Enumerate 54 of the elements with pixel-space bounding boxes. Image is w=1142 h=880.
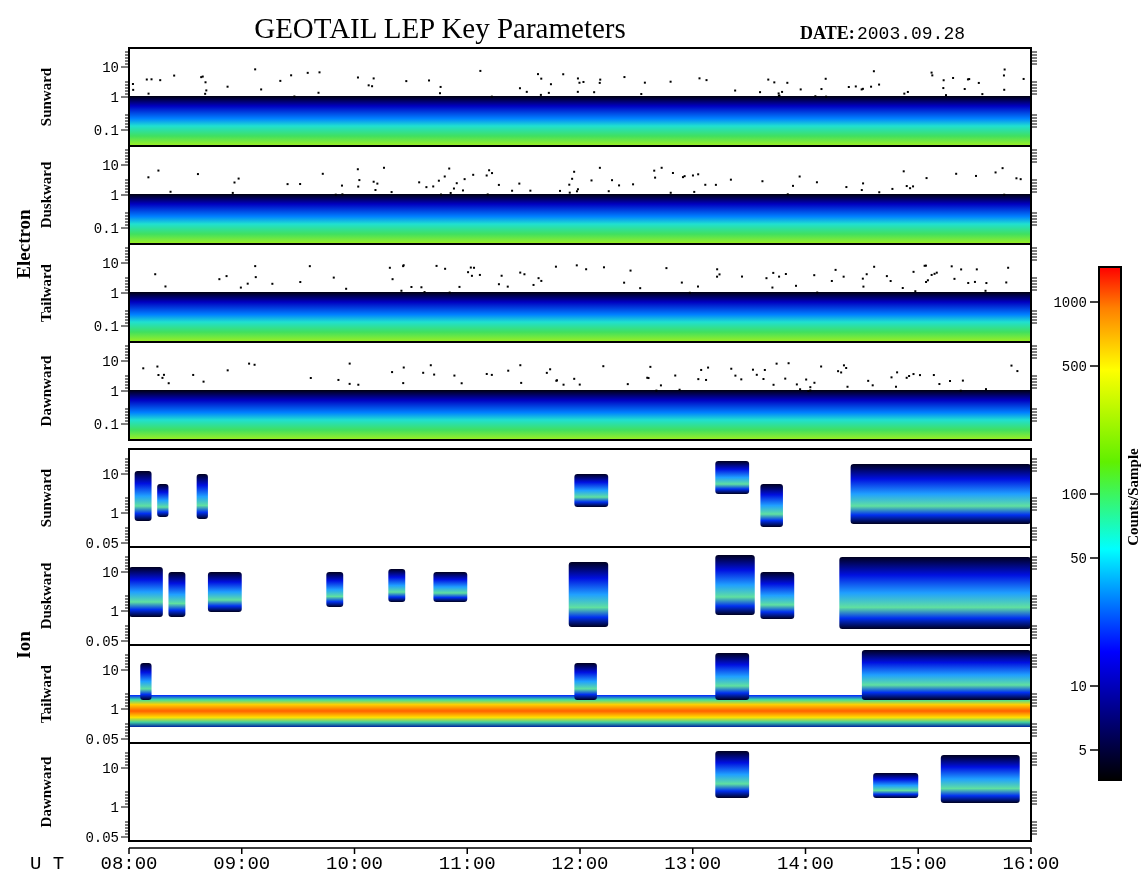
y-tick-label: 1 bbox=[110, 384, 119, 400]
y-tick-label: 1 bbox=[110, 90, 119, 106]
y-tick-label: 0.1 bbox=[93, 319, 119, 335]
panel-label: Dawnward bbox=[38, 756, 54, 828]
date-value: 2003.09.28 bbox=[857, 24, 966, 44]
colorbar-label: Counts/Sample bbox=[1125, 448, 1141, 546]
y-tick-label: 1 bbox=[110, 506, 119, 522]
colorbar-tick-label: 1000 bbox=[1053, 295, 1087, 311]
x-tick-label: 16:00 bbox=[1002, 853, 1060, 875]
panel-label: Sunward bbox=[38, 67, 54, 127]
y-tick-label: 0.05 bbox=[85, 732, 119, 748]
x-tick-label: 14:00 bbox=[777, 853, 834, 875]
group-label: Ion bbox=[13, 631, 34, 659]
y-tick-label: 0.1 bbox=[93, 123, 119, 139]
y-tick-label: 10 bbox=[102, 60, 119, 76]
y-tick-label: 0.05 bbox=[85, 536, 119, 552]
y-tick-label: 0.1 bbox=[93, 417, 119, 433]
y-tick-label: 1 bbox=[110, 800, 119, 816]
plot-title: GEOTAIL LEP Key Parameters bbox=[254, 12, 626, 44]
y-tick-label: 10 bbox=[102, 761, 119, 777]
panel-label: Tailward bbox=[38, 665, 54, 723]
y-tick-label: 1 bbox=[110, 286, 119, 302]
y-tick-label: 0.05 bbox=[85, 634, 119, 650]
x-tick-label: 15:00 bbox=[889, 853, 947, 875]
panel-label: Sunward bbox=[38, 468, 54, 528]
x-tick-label: 11:00 bbox=[438, 853, 496, 875]
y-tick-label: 10 bbox=[102, 467, 119, 483]
panel-label: Duskward bbox=[38, 161, 54, 229]
x-tick-label: 10:00 bbox=[326, 853, 383, 875]
y-tick-label: 1 bbox=[110, 702, 119, 718]
y-tick-label: 10 bbox=[102, 565, 119, 581]
x-tick-label: 12:00 bbox=[551, 853, 609, 875]
panel-label: Tailward bbox=[38, 264, 54, 322]
axis-label: U T bbox=[30, 853, 65, 875]
y-tick-label: 0.1 bbox=[93, 221, 119, 237]
group-label: Electron bbox=[13, 209, 34, 279]
y-tick-label: 10 bbox=[102, 663, 119, 679]
colorbar-tick-label: 10 bbox=[1070, 679, 1087, 695]
colorbar-tick-label: 50 bbox=[1070, 551, 1087, 567]
colorbar-tick-label: 500 bbox=[1061, 359, 1087, 375]
y-tick-label: 10 bbox=[102, 354, 119, 370]
panel-label: Dawnward bbox=[38, 355, 54, 427]
x-tick-label: 13:00 bbox=[664, 853, 722, 875]
x-tick-label: 08:00 bbox=[100, 853, 158, 875]
colorbar-tick-label: 100 bbox=[1061, 487, 1087, 503]
y-tick-label: 1 bbox=[110, 604, 119, 620]
x-tick-label: 09:00 bbox=[213, 853, 271, 875]
panel-label: Duskward bbox=[38, 562, 54, 630]
date-label: DATE: bbox=[800, 23, 855, 43]
y-tick-label: 1 bbox=[110, 188, 119, 204]
y-tick-label: 10 bbox=[102, 158, 119, 174]
y-tick-label: 0.05 bbox=[85, 830, 119, 846]
colorbar-tick-label: 5 bbox=[1078, 743, 1087, 759]
y-tick-label: 10 bbox=[102, 256, 119, 272]
